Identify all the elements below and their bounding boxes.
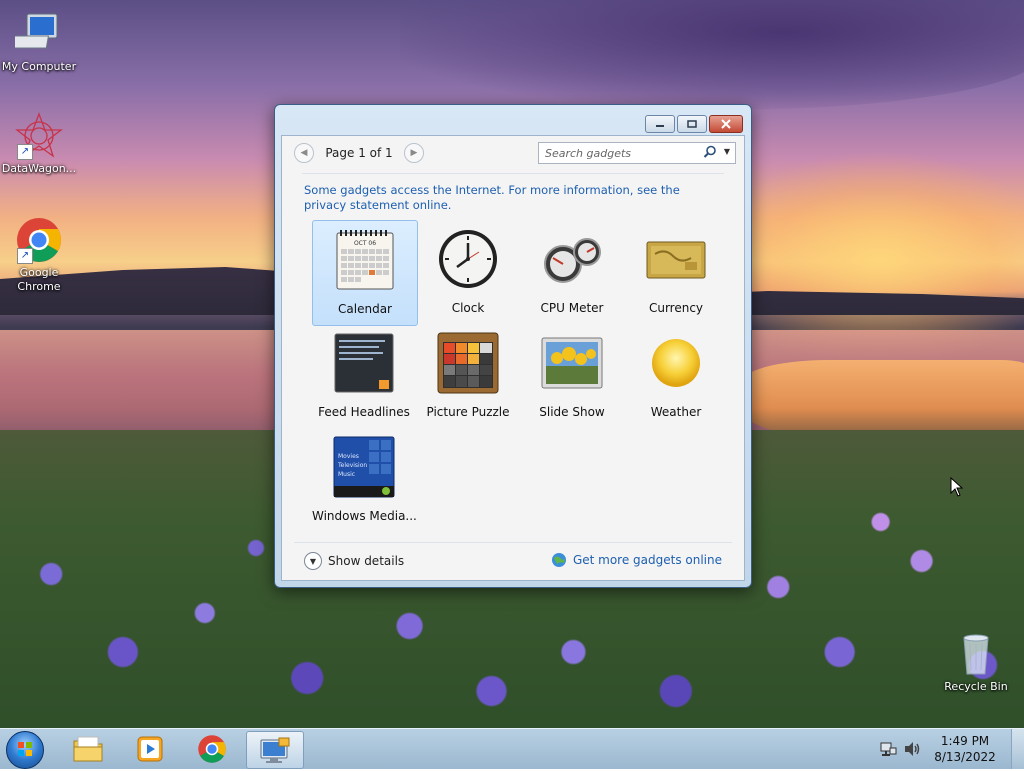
gadget-label: Slide Show [539,405,605,419]
windows-logo-icon [18,742,32,756]
get-more-gadgets-link[interactable]: Get more gadgets online [551,552,722,568]
taskbar-chrome[interactable] [184,731,240,767]
desktop-icon-my-computer[interactable]: My Computer [0,10,78,74]
desktop-icon-datawagon[interactable]: ↗ DataWagon... [0,112,78,176]
page-indicator: Page 1 of 1 [325,146,393,160]
media-menu-television: Television [337,462,367,469]
wallpaper-lake-reflection [740,360,1024,440]
desktop-icon-label: DataWagon... [1,162,77,175]
chrome-icon [198,735,226,763]
desktop-icon-label: Recycle Bin [944,680,1008,693]
gadget-windows-media-center[interactable]: Movies Television Music Windows Media... [312,428,417,532]
mouse-cursor-icon [950,477,964,497]
taskbar-media-player[interactable] [122,731,178,767]
gadget-feed-headlines[interactable]: Feed Headlines [312,324,416,428]
gadget-slide-show[interactable]: Slide Show [520,324,624,428]
datawagon-icon: ↗ [15,112,63,160]
privacy-notice-link[interactable]: Some gadgets access the Internet. For mo… [304,183,724,213]
feed-headlines-icon [334,333,394,393]
shortcut-arrow-icon: ↗ [17,144,33,160]
minimize-button[interactable] [645,115,675,133]
desktop-icon-label: My Computer [1,60,77,73]
volume-icon[interactable] [903,740,921,758]
gadget-gallery-content: ◀ Page 1 of 1 ▶ ▼ Some gadgets access th… [281,135,745,581]
desktop-icon-label: Google Chrome [17,266,61,293]
footer-divider [294,542,732,543]
minimize-icon [656,125,664,127]
previous-page-button[interactable]: ◀ [294,143,314,163]
system-clock[interactable]: 1:49 PM 8/13/2022 [925,733,1005,765]
gadget-gallery-window: ◀ Page 1 of 1 ▶ ▼ Some gadgets access th… [274,104,752,588]
slide-show-icon [541,337,603,389]
search-box[interactable]: ▼ [538,142,736,164]
taskbar: 1:49 PM 8/13/2022 [0,728,1024,769]
desktop-icon-recycle-bin[interactable]: Recycle Bin [937,630,1015,694]
gadget-label: Picture Puzzle [426,405,510,419]
maximize-icon [687,120,697,128]
calendar-icon: OCT 06 [336,230,394,290]
gadgets-icon [260,737,290,763]
computer-icon [11,10,63,58]
gadget-picture-puzzle[interactable]: Picture Puzzle [416,324,520,428]
search-dropdown-icon[interactable]: ▼ [721,145,733,159]
gadget-label: Clock [451,301,485,315]
weather-icon [652,339,700,387]
gadget-clock[interactable]: Clock [416,220,520,324]
gallery-toolbar: ◀ Page 1 of 1 ▶ ▼ [282,136,744,170]
network-icon[interactable] [879,740,897,758]
gadget-label: Currency [648,301,704,315]
cpu-meter-icon [544,238,601,283]
desktop-icon-google-chrome[interactable]: ↗ Google Chrome [0,216,78,294]
next-page-button[interactable]: ▶ [404,143,424,163]
media-menu-movies: Movies [338,453,359,460]
recycle-bin-icon [952,630,1000,678]
gadget-label: CPU Meter [540,301,604,315]
clock-date: 8/13/2022 [934,750,996,764]
show-details-label: Show details [328,554,405,568]
windows-media-icon: Movies Television Music [333,436,395,498]
gadget-label: Calendar [338,302,392,316]
chrome-icon: ↗ [15,216,63,264]
search-icon[interactable] [703,145,717,159]
show-details-button[interactable]: ▼ Show details [304,552,404,570]
notification-area: 1:49 PM 8/13/2022 [879,729,1024,769]
wallpaper-clouds [400,0,1024,110]
clock-icon [439,230,497,288]
search-input[interactable] [543,145,697,162]
close-button[interactable] [709,115,743,133]
gadget-currency[interactable]: Currency [624,220,728,324]
show-desktop-button[interactable] [1011,729,1024,769]
globe-icon [551,553,566,567]
get-more-gadgets-label: Get more gadgets online [572,553,722,567]
media-menu-music: Music [338,471,355,478]
toolbar-divider [302,173,724,174]
shortcut-arrow-icon: ↗ [17,248,33,264]
currency-icon [646,241,706,279]
page-navigator: ◀ Page 1 of 1 ▶ [294,143,424,163]
picture-puzzle-icon [437,332,499,394]
chevron-down-icon: ▼ [304,552,322,570]
gadget-label: Windows Media... [312,509,417,523]
gadget-cpu-meter[interactable]: CPU Meter [520,220,624,324]
calendar-month-label: OCT 06 [354,240,376,247]
clock-time: 1:49 PM [940,734,990,748]
file-explorer-icon [73,736,103,762]
close-icon [721,119,731,129]
gadget-weather[interactable]: Weather [624,324,728,428]
window-controls [645,115,743,133]
media-player-icon [137,736,163,762]
start-button[interactable] [6,731,44,769]
gadget-label: Feed Headlines [318,405,410,419]
gadget-label: Weather [650,405,702,419]
taskbar-gadgets[interactable] [246,731,304,769]
gadget-calendar[interactable]: OCT 06 Calendar [312,220,418,326]
maximize-button[interactable] [677,115,707,133]
taskbar-file-explorer[interactable] [60,731,116,767]
